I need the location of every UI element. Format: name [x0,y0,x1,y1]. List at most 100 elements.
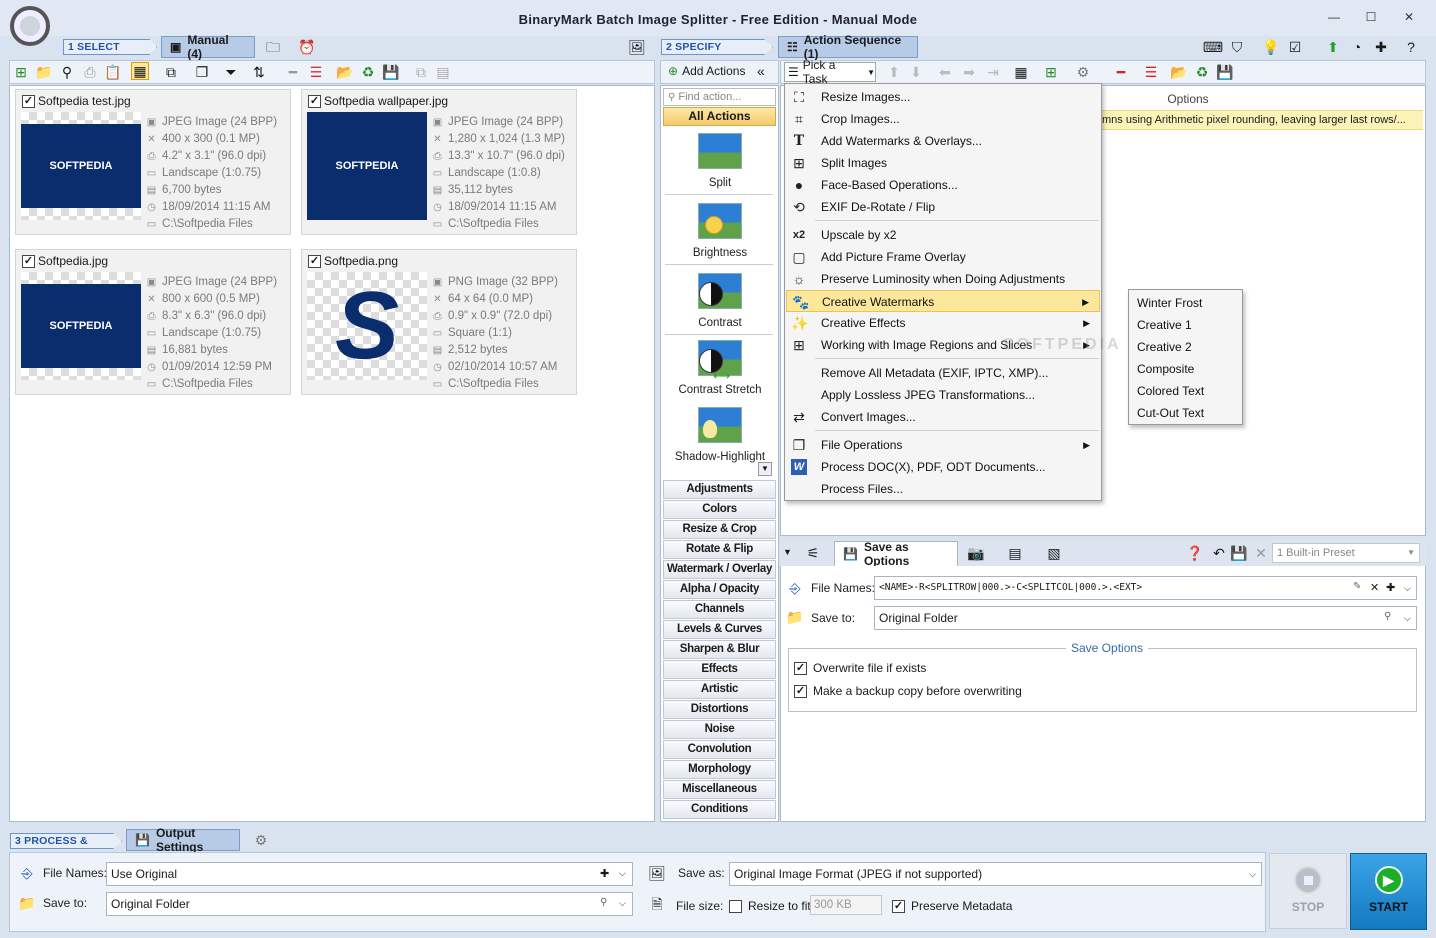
submenu-item[interactable]: Cut-Out Text [1130,402,1241,424]
category-button[interactable]: Conditions [663,800,776,819]
reload-icon[interactable]: ♻ [359,63,377,81]
menu-item-crop[interactable]: ⌗ Crop Images... [786,108,1100,130]
category-button[interactable]: Distortions [663,700,776,719]
image-card[interactable]: ✓ Softpedia test.jpg SOFTPEDIA ▣ JPEG Ima… [15,89,291,235]
category-button[interactable]: Convolution [663,740,776,759]
maximize-button[interactable]: ☐ [1361,10,1381,26]
output-file-names-input[interactable]: Use Original [106,862,633,886]
chevron-down-icon[interactable]: ⌵ [1404,613,1411,624]
resize-size-input[interactable]: 300 KB [810,895,882,915]
menu-item-split[interactable]: ⊞ Split Images [786,152,1100,174]
category-button[interactable]: Artistic [663,680,776,699]
lightbulb-icon[interactable]: 💡 [1262,38,1280,56]
menu-item-documents[interactable]: W Process DOC(X), PDF, ODT Documents... [786,456,1100,478]
chevron-down-icon[interactable]: ⌵ [619,898,626,909]
grid-view-icon[interactable]: ▦ [131,62,149,80]
move-up-icon[interactable]: ⬆ [885,63,903,81]
dropdown-icon[interactable]: ▼ [783,547,792,557]
camera-icon[interactable]: 📷 [967,544,985,562]
menu-item-resize[interactable]: ⛶ Resize Images... [786,86,1100,108]
menu-item-file-ops[interactable]: ❐ File Operations ▶ [786,434,1100,456]
collapse-button[interactable]: « [757,63,765,79]
view-options-icon[interactable]: ⧉ [162,63,180,81]
submenu-item[interactable]: Composite [1130,358,1241,380]
help-icon[interactable]: ? [1402,38,1420,56]
folder-mode-icon[interactable]: 🗀 [264,38,282,56]
menu-item-face[interactable]: ● Face-Based Operations... [786,174,1100,196]
find-action-input[interactable]: ⚲ Find action... [663,88,776,106]
category-button[interactable]: Rotate & Flip [663,540,776,559]
menu-item-creative-watermarks[interactable]: 🐾 Creative Watermarks ▶ [786,290,1100,312]
resize-to-fit-checkbox[interactable]: Resize to fit: [729,899,814,913]
category-button[interactable]: Noise [663,720,776,739]
arrow-end-icon[interactable]: ⇥ [984,63,1002,81]
menu-item-creative-effects[interactable]: ✨ Creative Effects ▶ [786,312,1100,334]
pattern-icon[interactable]: ▧ [1045,544,1063,562]
submenu-item[interactable]: Creative 1 [1130,314,1241,336]
output-save-to-input[interactable]: Original Folder [106,892,633,916]
save-as-dropdown[interactable]: Original Image Format (JPEG if not suppo… [729,862,1262,886]
remove-all-icon[interactable]: ☰ [307,63,325,81]
properties-icon[interactable]: ▤ [434,63,452,81]
grid-options-icon[interactable]: ▦ [1012,63,1030,81]
image-card[interactable]: ✓ Softpedia wallpaper.jpg SOFTPEDIA ▣ JPE… [301,89,577,235]
category-button[interactable]: Levels & Curves [663,620,776,639]
tab-save-as-options[interactable]: 💾 Save as Options [834,540,958,568]
open-icon[interactable]: 📂 [336,63,354,81]
scroll-down-icon[interactable]: ▼ [758,462,772,476]
close-button[interactable]: ✕ [1399,10,1419,26]
sequence-row-options[interactable]: mns using Arithmetic pixel rounding, lea… [1100,110,1423,130]
save-list-icon[interactable]: 💾 [382,63,400,81]
save-to-input[interactable]: Original Folder [874,606,1417,630]
pick-task-button[interactable]: ☰ Pick a Task ▼ [784,58,876,86]
menu-item-watermarks[interactable]: T Add Watermarks & Overlays... [786,130,1100,152]
action-tile[interactable]: ⟷ Contrast Stretch [665,340,775,396]
clear-filename-icon[interactable]: ✕ [1370,581,1379,594]
upload-icon[interactable]: ⬆ [1324,38,1342,56]
alarm-icon[interactable]: ⏰ [298,38,316,56]
file-names-input[interactable]: <NAME>-R<SPLITROW|000.>-C<SPLITCOL|000.>… [874,576,1417,600]
reload-sequence-icon[interactable]: ♻ [1193,63,1211,81]
image-checkbox[interactable]: ✓ [22,255,35,268]
chevron-down-icon[interactable]: ⌵ [619,868,626,879]
open-sequence-icon[interactable]: 📂 [1170,63,1188,81]
menu-item-frame[interactable]: ▢ Add Picture Frame Overlay [786,246,1100,268]
category-button[interactable]: Channels [663,600,776,619]
save-sequence-icon[interactable]: 💾 [1216,63,1234,81]
category-button[interactable]: Adjustments [663,480,776,499]
checklist-icon[interactable]: ☑ [1286,38,1304,56]
minimize-button[interactable]: — [1324,10,1344,26]
scanner-icon[interactable]: ⎙ [81,63,99,81]
action-tile[interactable]: Split [665,133,775,189]
menu-item-luminosity[interactable]: ☼ Preserve Luminosity when Doing Adjustme… [786,268,1100,290]
menu-item-convert[interactable]: ⇄ Convert Images... [786,406,1100,428]
image-checkbox[interactable]: ✓ [308,255,321,268]
menu-item-upscale[interactable]: x2 Upscale by x2 [786,224,1100,246]
submenu-item[interactable]: Creative 2 [1130,336,1241,358]
shield-icon[interactable]: ⛉ [1228,38,1246,56]
tab-action-sequence[interactable]: ☷ Action Sequence (1) [778,33,918,61]
image-card[interactable]: ✓ Softpedia.jpg SOFTPEDIA ▣ JPEG Image (2… [15,249,291,395]
category-button[interactable]: Morphology [663,760,776,779]
backup-checkbox[interactable]: ✓ Make a backup copy before overwriting [794,684,1022,698]
action-tile[interactable]: Brightness [665,203,775,259]
insert-tag-icon[interactable]: ✚ [1386,581,1395,594]
category-button[interactable]: Colors [663,500,776,519]
clear-icon[interactable]: ✕ [1252,544,1270,562]
undo-icon[interactable]: ↶ [1210,544,1228,562]
options-icon[interactable]: ⚟ [804,544,822,562]
image-checkbox[interactable]: ✓ [22,95,35,108]
all-actions-category[interactable]: All Actions [663,107,776,126]
category-button[interactable]: Miscellaneous [663,780,776,799]
document-icon[interactable]: ▤ [1006,544,1024,562]
insert-tag-icon[interactable]: ✚ [600,867,609,880]
category-button[interactable]: Resize & Crop [663,520,776,539]
action-tile[interactable]: Shadow-Highlight [665,407,775,463]
settings-icon[interactable]: ⚙ [1074,63,1092,81]
add-clipboard-icon[interactable]: 📋 [104,63,122,81]
wifi-icon[interactable]: ◔ [1348,38,1366,56]
menu-item-process-files[interactable]: Process Files... [786,478,1100,500]
browse-icon[interactable]: ⚲ [1384,611,1391,622]
browse-icon[interactable]: ⚲ [600,897,607,908]
image-card[interactable]: ✓ Softpedia.png S ▣ PNG Image (32 BPP) ✕ 6… [301,249,577,395]
